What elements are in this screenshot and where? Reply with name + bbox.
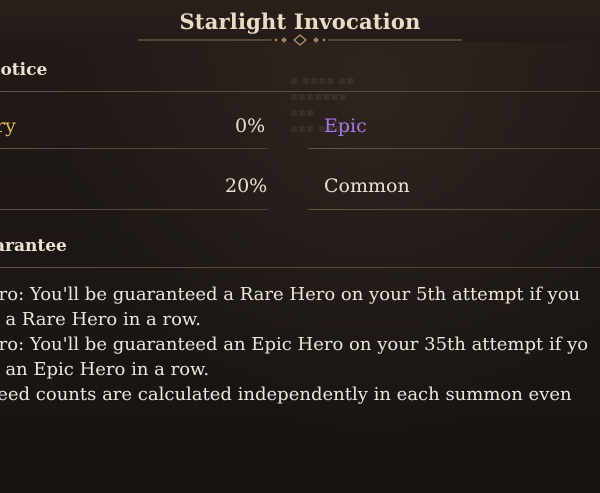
- rate-divider-right-2: [308, 209, 600, 210]
- rate-divider-left-1: [0, 148, 268, 149]
- guarantee-line-4: n an Epic Hero in a row.: [0, 359, 210, 380]
- notice-divider: [0, 91, 600, 92]
- page-title: Starlight Invocation: [179, 9, 421, 34]
- rate-row-2-common-grade: Common: [324, 175, 410, 197]
- guarantee-section-label: arantee: [0, 236, 67, 256]
- rate-row-1-grade: ry: [0, 115, 16, 137]
- guarantee-line-2: n a Rare Hero in a row.: [0, 309, 201, 330]
- title-ornament: [138, 34, 462, 46]
- rate-divider-right-1: [308, 148, 600, 149]
- rate-row-1-epic-grade: Epic: [324, 115, 367, 137]
- title-bar: Starlight Invocation: [0, 0, 600, 46]
- guarantee-line-5: teed counts are calculated independently…: [0, 384, 572, 405]
- rate-row-1-percent: 0%: [235, 115, 266, 137]
- guarantee-line-1: ero: You'll be guaranteed a Rare Hero on…: [0, 284, 581, 305]
- rate-divider-left-2: [0, 209, 268, 210]
- guarantee-line-3: ero: You'll be guaranteed an Epic Hero o…: [0, 334, 589, 355]
- rate-row-2-percent: 20%: [225, 175, 268, 197]
- guarantee-divider: [0, 267, 600, 268]
- notice-section-label: lotice: [0, 60, 48, 80]
